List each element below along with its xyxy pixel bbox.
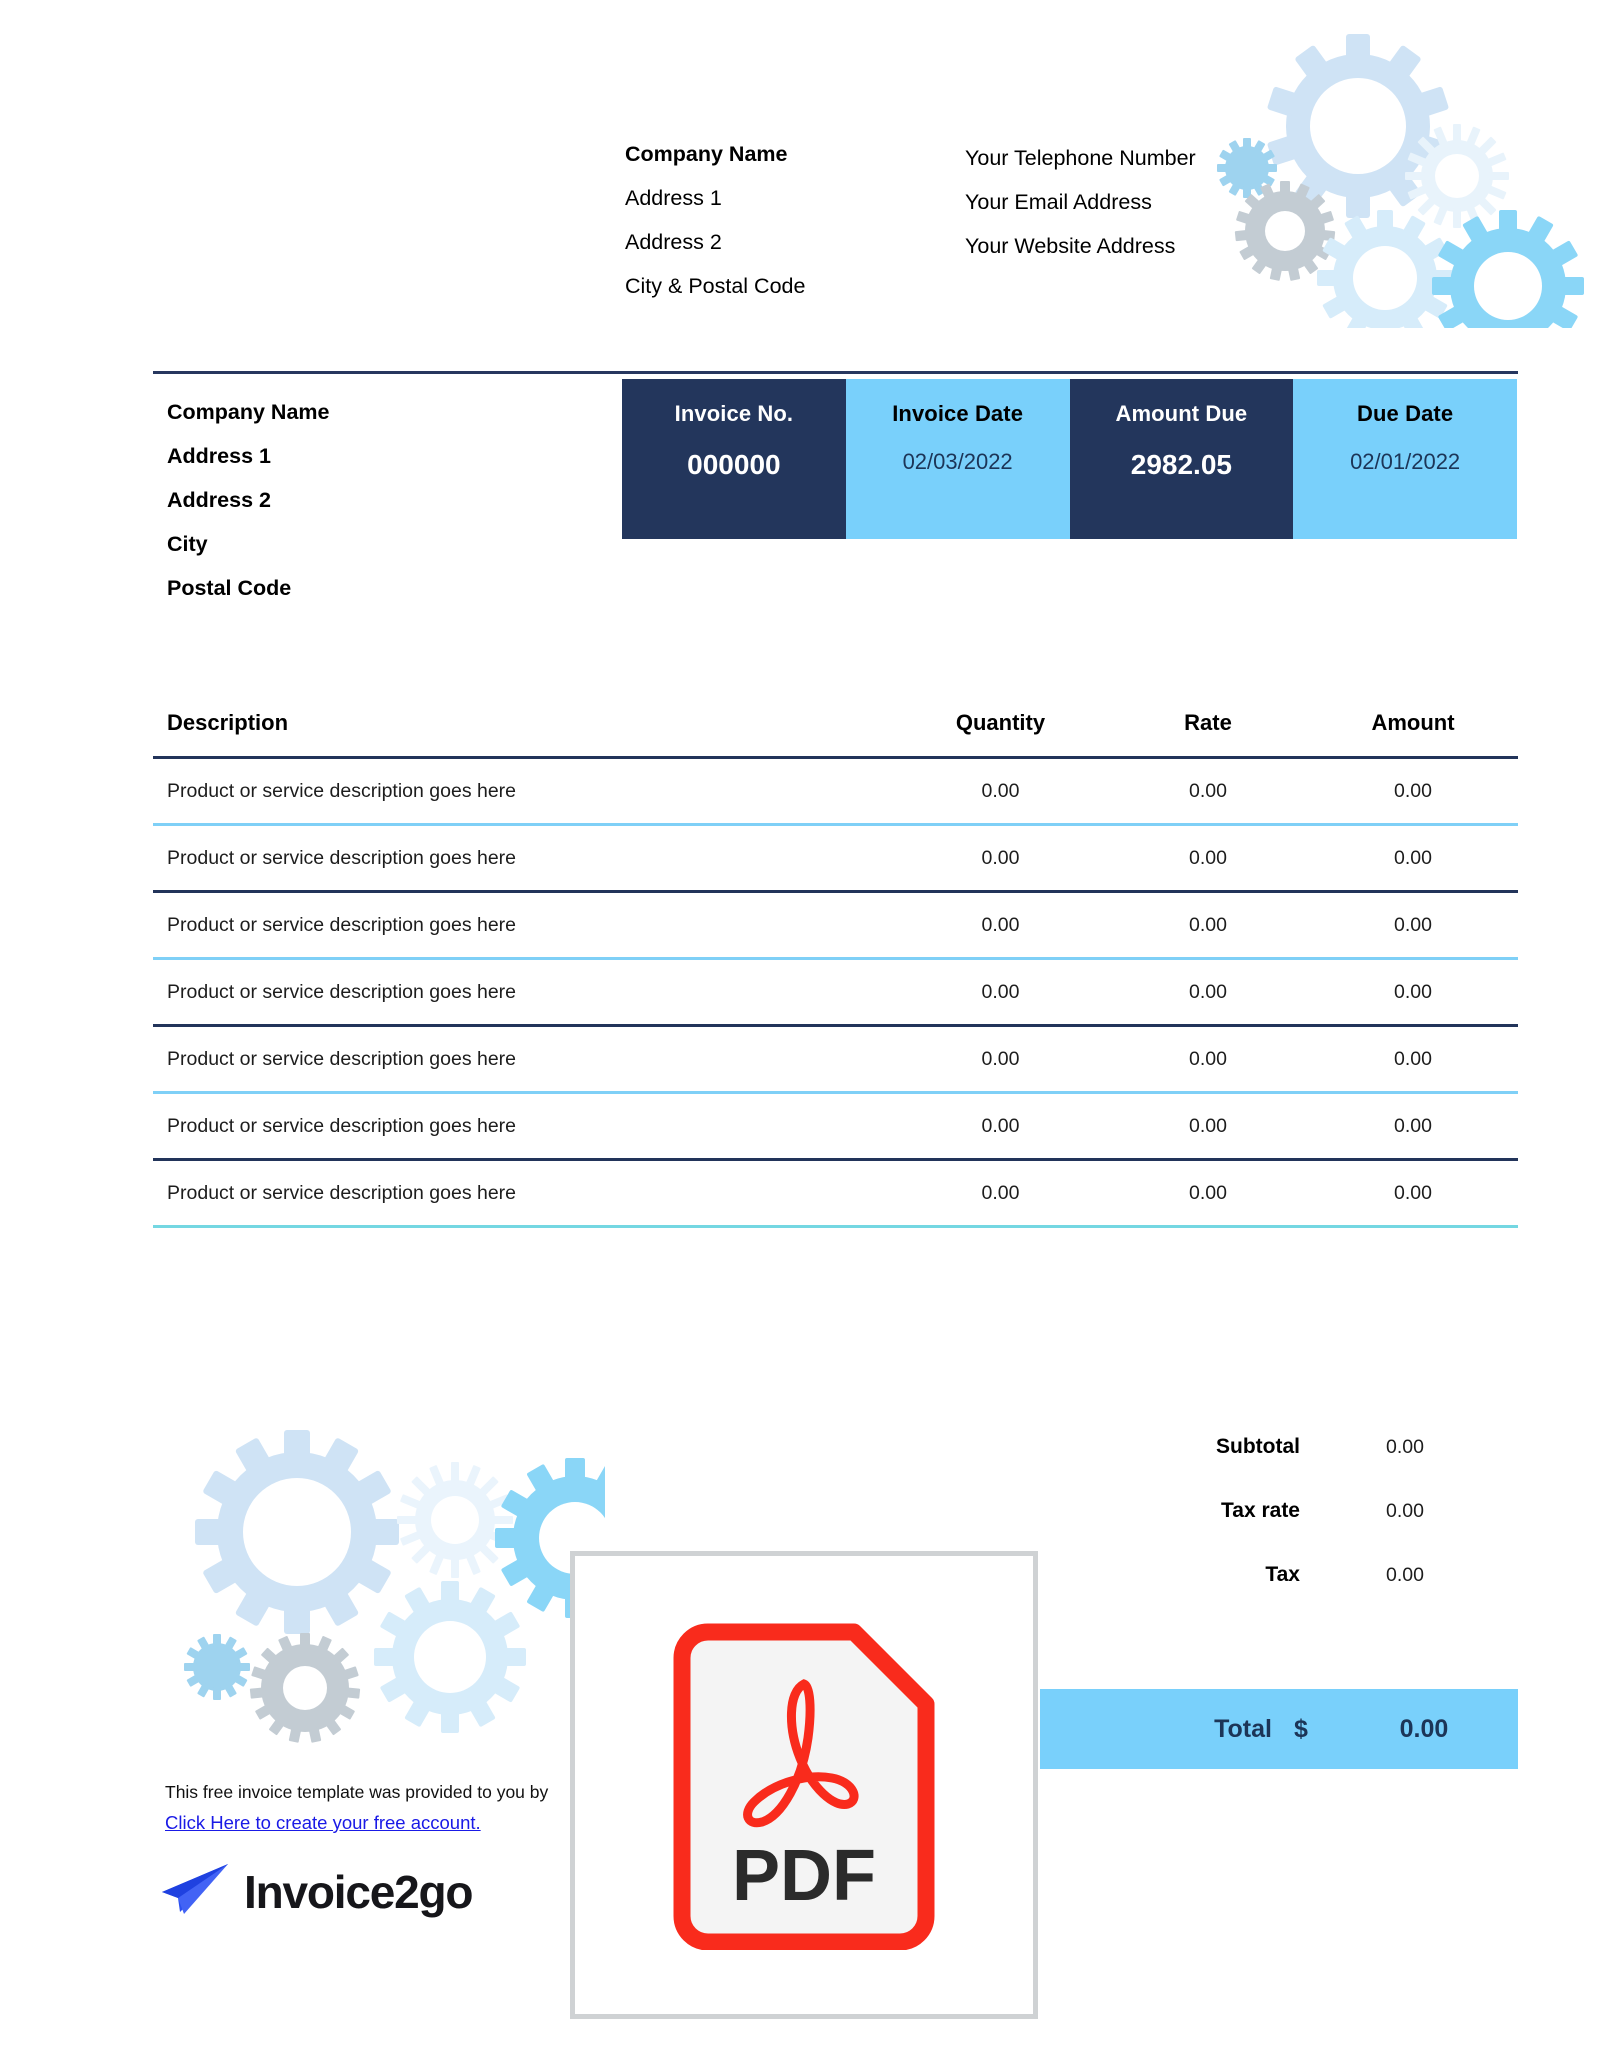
- table-row: Product or service description goes here…: [153, 893, 1518, 957]
- issuer-address-1: Address 1: [625, 186, 722, 210]
- table-row: Product or service description goes here…: [153, 960, 1518, 1024]
- totals-label-tax: Tax: [1265, 1563, 1300, 1586]
- cell-rate: 0.00: [1189, 846, 1227, 869]
- column-header-quantity: Quantity: [955, 710, 1046, 735]
- cell-description: Product or service description goes here: [167, 1181, 517, 1204]
- cell-quantity: 0.00: [981, 980, 1020, 1003]
- totals-label-tax-rate: Tax rate: [1221, 1499, 1300, 1522]
- summary-cell-invoice-date: Invoice Date 02/03/2022: [845, 379, 1070, 539]
- cell-quantity: 0.00: [981, 1181, 1020, 1204]
- pdf-file-overlay[interactable]: PDF: [570, 1551, 1038, 2019]
- summary-value-due-date: 02/01/2022: [1350, 449, 1461, 474]
- issuer-email: Your Email Address: [965, 190, 1152, 214]
- invoice-summary-band: Invoice No. 000000 Invoice Date 02/03/20…: [622, 379, 1517, 539]
- cell-rate: 0.00: [1189, 913, 1227, 936]
- column-header-rate: Rate: [1184, 710, 1232, 735]
- table-row: Product or service description goes here…: [153, 1161, 1518, 1225]
- issuer-identity-block: Company Name Address 1 Address 2 City & …: [625, 132, 925, 308]
- summary-value-amount-due: 2982.05: [1130, 449, 1232, 480]
- gears-decoration-bottom: [175, 1420, 605, 1750]
- table-header-row: Description Quantity Rate Amount: [153, 690, 1518, 756]
- totals-value-subtotal: 0.00: [1386, 1435, 1424, 1458]
- cell-amount: 0.00: [1394, 779, 1432, 802]
- totals-row-subtotal: Subtotal 0.00: [1040, 1415, 1518, 1479]
- totals-label-subtotal: Subtotal: [1216, 1435, 1300, 1458]
- invoice-page: Company Name Address 1 Address 2 City & …: [0, 0, 1600, 2069]
- grand-total-currency: $: [1294, 1714, 1308, 1743]
- cell-quantity: 0.00: [981, 913, 1020, 936]
- invoice2go-brand: Invoice2go: [160, 1862, 473, 1921]
- create-account-link[interactable]: Click Here to create your free account.: [165, 1812, 481, 1834]
- cell-quantity: 0.00: [981, 846, 1020, 869]
- paper-plane-icon: [160, 1862, 232, 1921]
- summary-cell-due-date: Due Date 02/01/2022: [1293, 379, 1517, 539]
- totals-value-tax-rate: 0.00: [1386, 1499, 1424, 1522]
- summary-value-invoice-date: 02/03/2022: [902, 449, 1013, 474]
- line-items-table: Description Quantity Rate Amount Product…: [153, 690, 1518, 1228]
- cell-amount: 0.00: [1394, 1114, 1432, 1137]
- bill-to-postal-code: Postal Code: [167, 576, 292, 600]
- cell-quantity: 0.00: [981, 779, 1020, 802]
- table-row: Product or service description goes here…: [153, 826, 1518, 890]
- cell-amount: 0.00: [1394, 913, 1432, 936]
- table-row: Product or service description goes here…: [153, 1027, 1518, 1091]
- cell-amount: 0.00: [1394, 980, 1432, 1003]
- cell-rate: 0.00: [1189, 779, 1227, 802]
- issuer-website: Your Website Address: [965, 234, 1176, 258]
- pdf-icon: PDF: [673, 1623, 935, 1950]
- summary-label-amount-due: Amount Due: [1115, 401, 1248, 426]
- brand-wordmark: Invoice2go: [244, 1865, 473, 1918]
- cell-quantity: 0.00: [981, 1047, 1020, 1070]
- bill-to-address-2: Address 2: [167, 488, 271, 512]
- cell-description: Product or service description goes here: [167, 1047, 517, 1070]
- summary-value-invoice-no: 000000: [687, 449, 781, 480]
- summary-label-invoice-date: Invoice Date: [892, 401, 1024, 426]
- cell-description: Product or service description goes here: [167, 980, 517, 1003]
- cell-amount: 0.00: [1394, 1181, 1432, 1204]
- cell-amount: 0.00: [1394, 1047, 1432, 1070]
- summary-cell-amount-due: Amount Due 2982.05: [1069, 379, 1294, 539]
- cell-description: Product or service description goes here: [167, 1114, 517, 1137]
- bill-to-company-name: Company Name: [167, 400, 330, 424]
- cell-description: Product or service description goes here: [167, 846, 517, 869]
- pdf-label: PDF: [732, 1836, 876, 1916]
- issuer-contact-block: Your Telephone Number Your Email Address…: [965, 136, 1295, 268]
- cell-quantity: 0.00: [981, 1114, 1020, 1137]
- cell-rate: 0.00: [1189, 980, 1227, 1003]
- totals-value-tax: 0.00: [1386, 1563, 1424, 1586]
- bill-to-address-1: Address 1: [167, 444, 271, 468]
- grand-total-label: Total: [1214, 1714, 1272, 1743]
- summary-label-due-date: Due Date: [1357, 401, 1454, 426]
- bill-to-block: Company Name Address 1 Address 2 City Po…: [167, 390, 597, 610]
- cell-rate: 0.00: [1189, 1181, 1227, 1204]
- summary-cell-invoice-no: Invoice No. 000000: [622, 379, 846, 539]
- issuer-address-2: Address 2: [625, 230, 722, 254]
- bill-to-city: City: [167, 532, 208, 556]
- column-header-amount: Amount: [1371, 710, 1455, 735]
- cell-amount: 0.00: [1394, 846, 1432, 869]
- table-bottom-divider: [153, 1225, 1518, 1228]
- totals-block: Subtotal 0.00 Tax rate 0.00 Tax 0.00: [1040, 1415, 1518, 1607]
- summary-label-invoice-no: Invoice No.: [674, 401, 794, 426]
- cell-rate: 0.00: [1189, 1047, 1227, 1070]
- grand-total-bar: Total $ 0.00: [1040, 1689, 1518, 1769]
- table-row: Product or service description goes here…: [153, 1094, 1518, 1158]
- cell-rate: 0.00: [1189, 1114, 1227, 1137]
- issuer-telephone: Your Telephone Number: [965, 146, 1196, 170]
- totals-row-tax: Tax 0.00: [1040, 1543, 1518, 1607]
- cell-description: Product or service description goes here: [167, 779, 517, 802]
- column-header-description: Description: [167, 710, 289, 735]
- issuer-city-postal: City & Postal Code: [625, 274, 806, 298]
- issuer-company-name: Company Name: [625, 142, 788, 166]
- table-row: Product or service description goes here…: [153, 759, 1518, 823]
- footer-note: This free invoice template was provided …: [165, 1782, 549, 1802]
- totals-row-tax-rate: Tax rate 0.00: [1040, 1479, 1518, 1543]
- grand-total-value: 0.00: [1399, 1714, 1449, 1743]
- cell-description: Product or service description goes here: [167, 913, 517, 936]
- header-divider: [153, 371, 1518, 374]
